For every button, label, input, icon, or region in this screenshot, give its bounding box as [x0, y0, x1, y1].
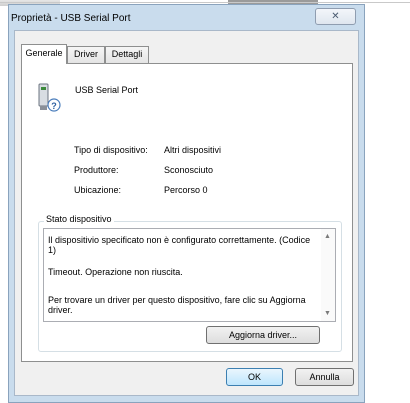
tab-label: Generale — [25, 48, 63, 58]
scroll-up-icon[interactable]: ▲ — [324, 233, 331, 240]
device-name: USB Serial Port — [75, 85, 139, 95]
tab-generale[interactable]: Generale — [21, 44, 67, 64]
update-driver-button[interactable]: Aggiorna driver... — [206, 326, 320, 344]
close-button[interactable]: ✕ — [315, 8, 356, 25]
device-type-value: Altri dispositivi — [164, 145, 222, 155]
tab-label: Driver — [74, 49, 98, 59]
scroll-down-icon[interactable]: ▼ — [324, 310, 331, 317]
properties-dialog: Proprietà - USB Serial Port ✕ Generale D… — [8, 4, 365, 403]
status-scrollbar[interactable]: ▲ ▼ — [321, 229, 335, 321]
tab-label: Dettagli — [111, 49, 143, 59]
cancel-button[interactable]: Annulla — [295, 368, 354, 386]
close-icon: ✕ — [331, 11, 340, 22]
tab-driver[interactable]: Driver — [67, 46, 105, 63]
tab-dettagli[interactable]: Dettagli — [105, 46, 149, 63]
device-status-label: Stato dispositivo — [44, 214, 114, 224]
general-tab-panel: ? USB Serial Port Tipo di dispositivo: A… — [21, 63, 353, 362]
manufacturer-label: Produttore: — [74, 165, 119, 175]
manufacturer-value: Sconosciuto — [164, 165, 214, 175]
status-hint-line: Per trovare un driver per questo disposi… — [48, 295, 306, 315]
window-title: Proprietà - USB Serial Port — [11, 13, 131, 24]
usb-device-warning-icon: ? — [38, 83, 61, 112]
title-bar[interactable]: Proprietà - USB Serial Port ✕ — [9, 5, 364, 29]
location-value: Percorso 0 — [164, 185, 208, 195]
status-timeout-line: Timeout. Operazione non riuscita. — [48, 267, 183, 277]
svg-text:?: ? — [51, 101, 57, 111]
status-error-line: Il dispositivio specificato non è config… — [48, 235, 311, 255]
device-type-label: Tipo di dispositivo: — [74, 145, 148, 155]
ok-button[interactable]: OK — [226, 368, 283, 386]
device-status-textbox[interactable]: Il dispositivio specificato non è config… — [43, 228, 336, 322]
dialog-client-area: Generale Driver Dettagli ? USB Serial Po… — [14, 30, 359, 396]
location-label: Ubicazione: — [74, 185, 122, 195]
